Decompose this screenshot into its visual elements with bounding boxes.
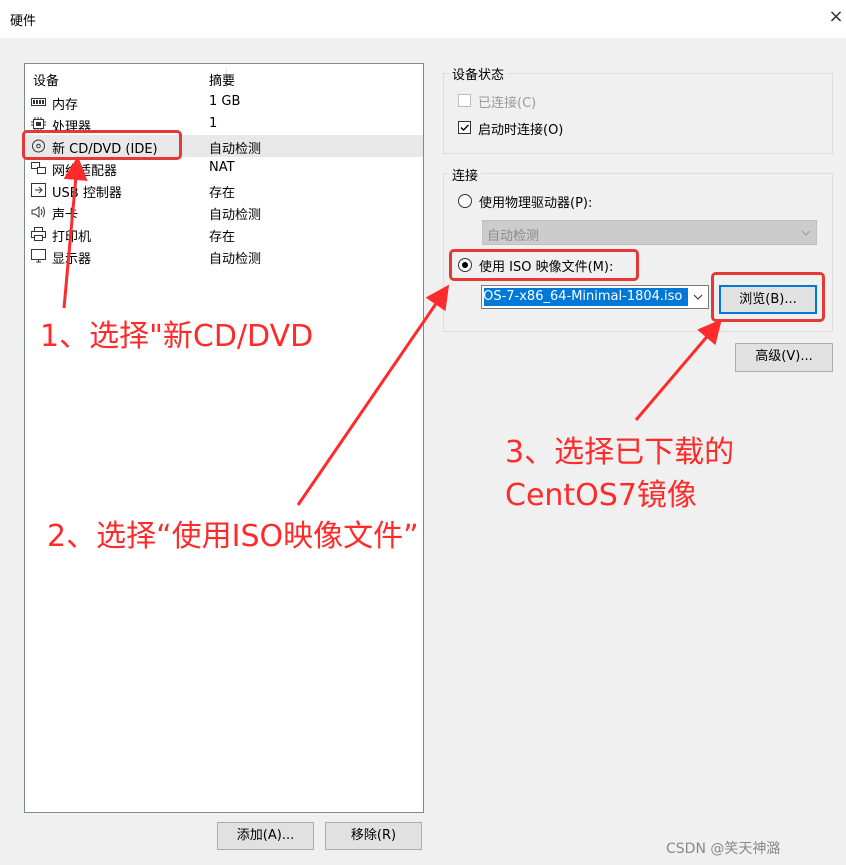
annotation-step1: 1、选择"新CD/DVD [40, 319, 314, 354]
annotation-step2: 2、选择“使用ISO映像文件” [47, 519, 419, 554]
annotation-step3-line1: 3、选择已下载的 [505, 435, 735, 470]
arrow-step1 [62, 156, 88, 309]
annotation-step3-line2: CentOS7镜像 [505, 478, 697, 513]
watermark: CSDN @笑天神潞 [666, 841, 781, 857]
arrow-step3 [634, 319, 722, 421]
annotation-arrows [62, 156, 722, 506]
arrow-step2 [296, 284, 450, 506]
